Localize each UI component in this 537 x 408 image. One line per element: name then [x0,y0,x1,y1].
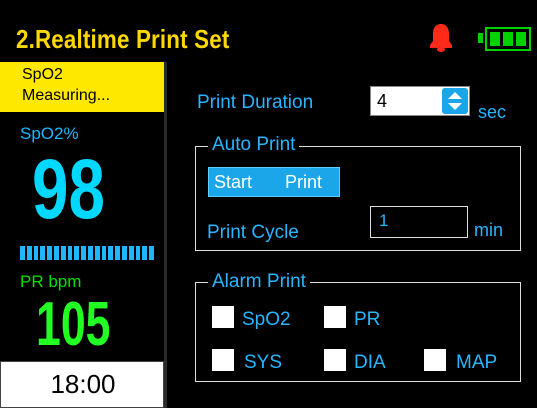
pulse-bar-segment [142,246,148,260]
pulse-bar-segment [135,246,141,260]
start-print-label-2: Print [285,172,323,192]
print-duration-spinner[interactable]: 4 [370,86,470,116]
pulse-bar-segment [87,246,93,260]
spo2-value: 98 [32,142,105,236]
dia-checkbox-label: DIA [354,352,386,373]
map-checkbox[interactable] [424,349,446,371]
print-cycle-label: Print Cycle [207,222,299,243]
spo2-checkbox[interactable] [212,306,234,328]
print-cycle-value[interactable]: 1 [379,211,388,231]
pulse-bar-segment [149,246,154,260]
status-title: SpO2 [22,66,63,83]
pulse-bar-segment [26,246,32,260]
pulse-bar-segment [33,246,39,260]
sys-checkbox[interactable] [212,349,234,371]
header-bar: 2.Realtime Print Set [0,0,537,62]
status-text: Measuring... [22,87,111,104]
pulse-bar-segment [94,246,100,260]
pr-checkbox[interactable] [324,306,346,328]
pulse-bar-segment [74,246,80,260]
status-banner: SpO2 Measuring... [0,62,164,112]
clock-box: 18:00 [0,361,164,408]
bell-icon [428,22,454,52]
pulse-bar-segment [67,246,73,260]
start-print-button[interactable]: Start Print [208,167,340,197]
pulse-bar-segment [47,246,52,260]
pulse-bar-segment [121,246,127,260]
pulse-bar-segment [53,246,59,260]
battery-icon [478,27,531,51]
sys-checkbox-label: SYS [244,352,283,373]
spo2-label: SpO2% [20,124,79,143]
pulse-bar-segment [60,246,66,260]
pulse-bar-segment [20,246,25,260]
clock-time: 18:00 [50,369,116,399]
pulse-bar-segment [115,246,120,260]
print-duration-value[interactable]: 4 [377,91,387,112]
map-checkbox-label: MAP [456,352,498,373]
print-duration-unit: sec [478,102,507,122]
alarm-print-legend: Alarm Print [208,271,310,293]
print-duration-label: Print Duration [197,92,314,113]
pulse-bar-segment [128,246,134,260]
pr-checkbox-label: PR [354,309,381,330]
pulse-bar-segment [101,246,107,260]
print-cycle-input[interactable]: 1 [370,206,468,238]
up-down-arrows-icon[interactable] [442,88,468,114]
pulse-bar-segment [108,246,114,260]
pulse-strength-bar [20,246,154,260]
auto-print-legend: Auto Print [208,134,300,156]
print-cycle-unit: min [474,220,504,240]
spo2-checkbox-label: SpO2 [242,309,291,330]
pr-value: 105 [36,290,111,359]
page-title: 2.Realtime Print Set [16,24,230,54]
start-print-label-1: Start [214,172,253,192]
vitals-panel: SpO2 Measuring... SpO2% 98 PR bpm 105 18… [0,62,164,408]
pr-label: PR bpm [20,272,82,291]
pulse-bar-segment [81,246,86,260]
dia-checkbox[interactable] [324,349,346,371]
pulse-bar-segment [40,246,46,260]
